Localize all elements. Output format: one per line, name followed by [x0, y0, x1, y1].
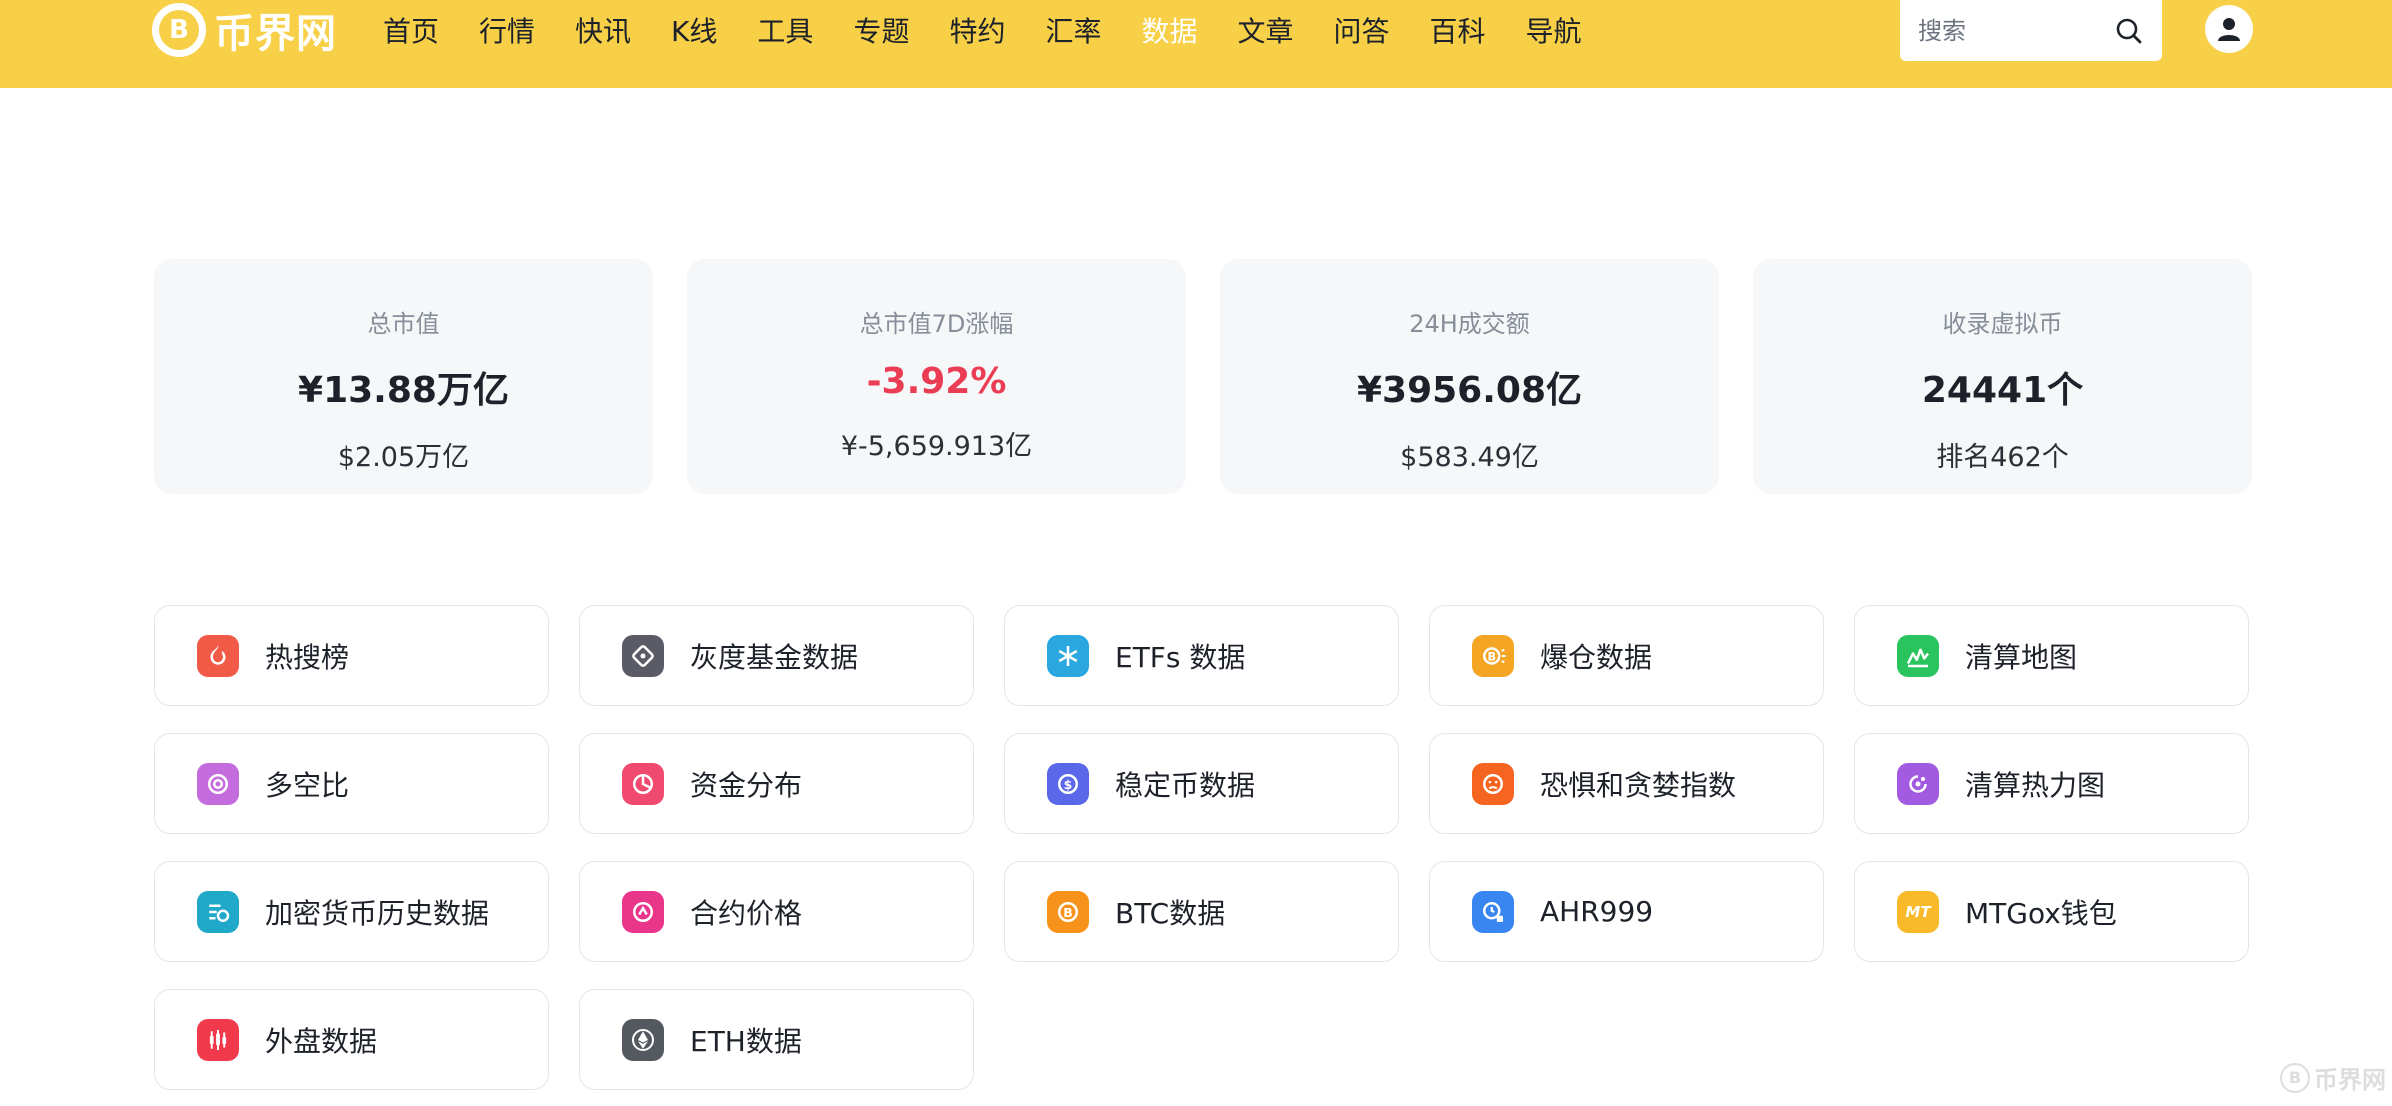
- nav-item-0[interactable]: 首页: [383, 10, 439, 50]
- liquidation-map-icon: [1897, 634, 1939, 677]
- svg-text:$: $: [1064, 777, 1073, 792]
- stat-label: 总市值7D涨幅: [859, 310, 1014, 338]
- data-tool-item[interactable]: 清算热力图: [1854, 733, 2249, 834]
- site-logo[interactable]: B 币界网: [152, 0, 337, 59]
- user-avatar-button[interactable]: [2205, 5, 2253, 53]
- tool-icon-text: MT: [1905, 902, 1931, 921]
- tool-label: MTGox钱包: [1965, 896, 2117, 930]
- data-tools-grid: 热搜榜 灰度基金数据 ETFs 数据 B 爆仓数据 清算地图多空比 资金分布 $ 稳定币数据 恐惧…: [154, 605, 2250, 1090]
- nav-item-10[interactable]: 问答: [1334, 10, 1390, 50]
- stat-value: ¥13.88万亿: [298, 370, 509, 411]
- stat-card: 24H成交额 ¥3956.08亿 $583.49亿: [1220, 259, 1719, 494]
- tool-label: 合约价格: [690, 896, 803, 930]
- nav-item-1[interactable]: 行情: [479, 10, 535, 50]
- fear-greed-icon: [1472, 762, 1514, 805]
- etf-icon: [1047, 634, 1089, 677]
- data-tool-item[interactable]: 恐惧和贪婪指数: [1429, 733, 1824, 834]
- data-tool-item[interactable]: 清算地图: [1854, 605, 2249, 706]
- stat-label: 收录虚拟币: [1942, 310, 2063, 338]
- liquidation-icon: B: [1472, 634, 1514, 677]
- search-box[interactable]: [1900, 0, 2162, 61]
- stat-subvalue: 排名462个: [1936, 442, 2069, 473]
- nav-item-3[interactable]: K线: [671, 10, 717, 50]
- user-icon: [2218, 18, 2240, 41]
- tool-label: 资金分布: [690, 768, 803, 802]
- stat-card: 收录虚拟币 24441个排名462个: [1753, 259, 2252, 494]
- tool-label: ETH数据: [690, 1024, 802, 1058]
- tool-label: AHR999: [1540, 895, 1654, 928]
- flame-icon: [197, 634, 239, 677]
- logo-text: 币界网: [214, 10, 337, 57]
- stat-card: 总市值 ¥13.88万亿 $2.05万亿: [154, 259, 653, 494]
- grayscale-icon: [622, 634, 664, 677]
- tool-label: 清算热力图: [1965, 768, 2106, 802]
- data-tool-item[interactable]: $ 稳定币数据: [1004, 733, 1399, 834]
- mtgox-icon: MT: [1897, 890, 1939, 933]
- search-icon[interactable]: [2114, 16, 2144, 46]
- data-tool-item[interactable]: 合约价格: [579, 861, 974, 962]
- svg-text:B: B: [1063, 905, 1073, 920]
- tool-label: 外盘数据: [265, 1024, 378, 1058]
- tool-label: BTC数据: [1115, 896, 1226, 930]
- stat-subvalue: ¥-5,659.913亿: [840, 431, 1033, 462]
- data-tool-item[interactable]: ETH数据: [579, 989, 974, 1090]
- tool-label: 多空比: [265, 768, 350, 802]
- stat-label: 24H成交额: [1409, 310, 1530, 338]
- pie-chart-icon: [622, 762, 664, 805]
- data-tool-item[interactable]: B BTC数据: [1004, 861, 1399, 962]
- tool-label: 清算地图: [1965, 640, 2078, 674]
- stablecoin-icon: $: [1047, 762, 1089, 805]
- watermark-coin-icon: B: [2280, 1062, 2310, 1093]
- data-tool-item[interactable]: ETFs 数据: [1004, 605, 1399, 706]
- data-tool-item[interactable]: 灰度基金数据: [579, 605, 974, 706]
- nav-item-2[interactable]: 快讯: [575, 10, 631, 50]
- tool-label: 灰度基金数据: [690, 640, 859, 674]
- nav-item-5[interactable]: 专题: [853, 10, 909, 50]
- data-tool-item[interactable]: 外盘数据: [154, 989, 549, 1090]
- tool-label: 爆仓数据: [1540, 640, 1653, 674]
- stat-card: 总市值7D涨幅 -3.92% ¥-5,659.913亿: [687, 259, 1186, 494]
- tool-label: 热搜榜: [265, 640, 350, 674]
- search-input[interactable]: [1918, 16, 2098, 45]
- contract-price-icon: [622, 890, 664, 933]
- btc-icon: B: [1047, 890, 1089, 933]
- stat-subvalue: $583.49亿: [1400, 442, 1539, 473]
- nav-item-11[interactable]: 百科: [1430, 10, 1486, 50]
- long-short-icon: [197, 762, 239, 805]
- stat-label: 总市值: [367, 310, 440, 338]
- stat-value: 24441个: [1921, 370, 2084, 411]
- history-icon: [197, 890, 239, 933]
- svg-text:B: B: [1487, 650, 1496, 663]
- data-tool-item[interactable]: AHR999: [1429, 861, 1824, 962]
- stat-subvalue: $2.05万亿: [337, 442, 470, 473]
- tool-label: ETFs 数据: [1115, 640, 1246, 674]
- main-nav: 首页 行情 快讯 K线 工具 专题 特约 汇率 数据 文章 问答 百科 导航: [383, 0, 1622, 59]
- data-tool-item[interactable]: MT MTGox钱包: [1854, 861, 2249, 962]
- nav-item-6[interactable]: 特约: [949, 10, 1005, 50]
- nav-item-4[interactable]: 工具: [757, 10, 813, 50]
- nav-item-7[interactable]: 汇率: [1045, 10, 1101, 50]
- tool-label: 加密货币历史数据: [265, 896, 490, 930]
- data-tool-item[interactable]: 多空比: [154, 733, 549, 834]
- nav-item-12[interactable]: 导航: [1526, 10, 1582, 50]
- data-tool-item[interactable]: 热搜榜: [154, 605, 549, 706]
- data-tool-item[interactable]: 加密货币历史数据: [154, 861, 549, 962]
- eth-icon: [622, 1018, 664, 1061]
- ahr999-icon: [1472, 890, 1514, 933]
- top-header: B 币界网 首页 行情 快讯 K线 工具 专题 特约 汇率 数据 文章 问答 百科 导航: [0, 0, 2392, 88]
- heatmap-icon: [1897, 762, 1939, 805]
- market-stats: 总市值 ¥13.88万亿 $2.05万亿 总市值7D涨幅 -3.92% ¥-5,659.9…: [154, 259, 2254, 494]
- stat-value: -3.92%: [866, 361, 1007, 402]
- nav-item-8[interactable]: 数据: [1141, 10, 1197, 50]
- nav-item-9[interactable]: 文章: [1238, 10, 1294, 50]
- stat-value: ¥3956.08亿: [1356, 370, 1583, 411]
- watermark-text: 币界网: [2314, 1066, 2386, 1094]
- logo-coin-icon: B: [152, 2, 206, 57]
- data-tool-item[interactable]: B 爆仓数据: [1429, 605, 1824, 706]
- candlestick-icon: [197, 1018, 239, 1061]
- data-tool-item[interactable]: 资金分布: [579, 733, 974, 834]
- watermark: B 币界网: [2280, 1060, 2386, 1095]
- tool-label: 稳定币数据: [1115, 768, 1256, 802]
- tool-label: 恐惧和贪婪指数: [1540, 768, 1737, 802]
